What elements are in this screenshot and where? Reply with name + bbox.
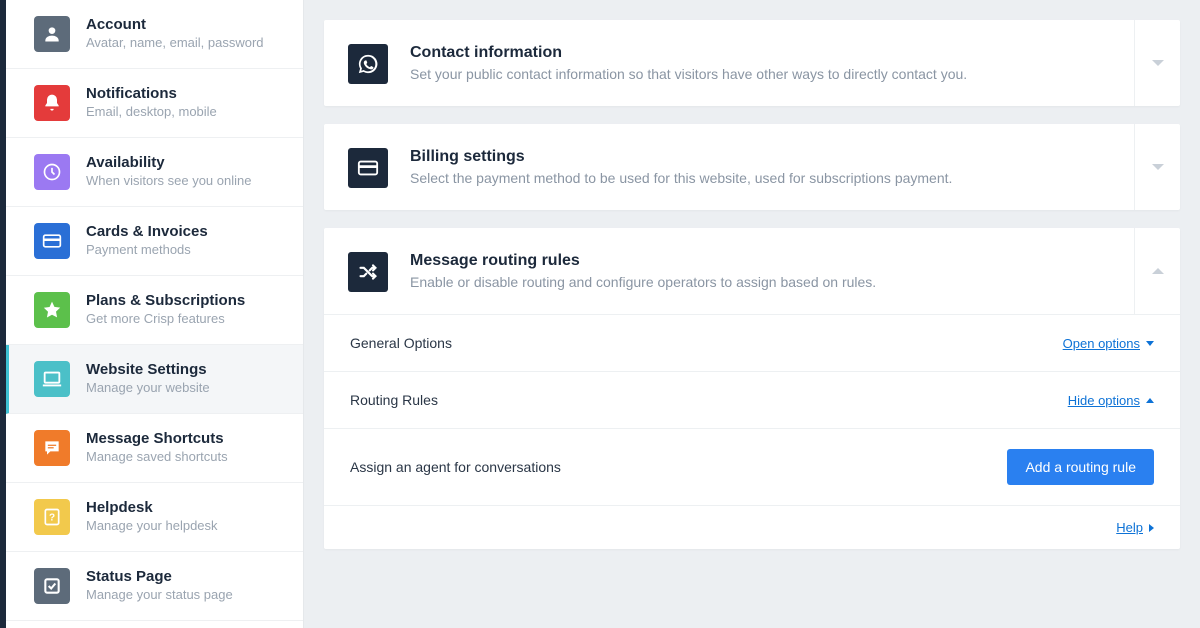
star-icon <box>34 292 70 328</box>
sidebar-item-subtitle: Get more Crisp features <box>86 311 245 326</box>
sidebar-item-notifications[interactable]: Notifications Email, desktop, mobile <box>6 69 303 138</box>
sidebar-item-title: Website Settings <box>86 361 210 378</box>
add-routing-rule-button[interactable]: Add a routing rule <box>1007 449 1154 485</box>
main-content: Contact information Set your public cont… <box>304 0 1200 628</box>
sidebar-item-title: Helpdesk <box>86 499 218 516</box>
whatsapp-icon <box>348 44 388 84</box>
row-general-options: General Options Open options <box>324 314 1180 371</box>
bell-icon <box>34 85 70 121</box>
card-message-routing-rules: Message routing rules Enable or disable … <box>324 228 1180 549</box>
card-title: Message routing rules <box>410 252 1134 270</box>
svg-text:?: ? <box>49 512 55 523</box>
laptop-icon <box>34 361 70 397</box>
sidebar-item-availability[interactable]: Availability When visitors see you online <box>6 138 303 207</box>
chevron-down-icon <box>1152 60 1164 66</box>
row-assign-agent: Assign an agent for conversations Add a … <box>324 428 1180 505</box>
clock-icon <box>34 154 70 190</box>
check-icon <box>34 568 70 604</box>
sidebar-item-website-settings[interactable]: Website Settings Manage your website <box>6 345 303 414</box>
expand-toggle[interactable] <box>1134 20 1180 106</box>
sidebar-item-subtitle: Manage saved shortcuts <box>86 449 228 464</box>
sidebar-item-title: Plans & Subscriptions <box>86 292 245 309</box>
sidebar-item-title: Cards & Invoices <box>86 223 208 240</box>
chevron-right-icon <box>1149 524 1154 532</box>
help-link[interactable]: Help <box>1116 520 1154 535</box>
link-text: Hide options <box>1068 393 1140 408</box>
sidebar-item-subtitle: Payment methods <box>86 242 208 257</box>
sidebar-item-plans-subscriptions[interactable]: Plans & Subscriptions Get more Crisp feat… <box>6 276 303 345</box>
help-icon: ? <box>34 499 70 535</box>
chevron-down-icon <box>1152 164 1164 170</box>
sidebar-item-title: Account <box>86 16 264 33</box>
link-text: Help <box>1116 520 1143 535</box>
sidebar-item-subtitle: Avatar, name, email, password <box>86 35 264 50</box>
sidebar-item-subtitle: Manage your helpdesk <box>86 518 218 533</box>
sidebar-item-title: Message Shortcuts <box>86 430 228 447</box>
sidebar: Account Avatar, name, email, password Noti… <box>6 0 304 628</box>
card-contact-information[interactable]: Contact information Set your public cont… <box>324 20 1180 106</box>
card-description: Select the payment method to be used for… <box>410 170 1134 186</box>
link-text: Open options <box>1063 336 1140 351</box>
sidebar-item-subtitle: Email, desktop, mobile <box>86 104 217 119</box>
expand-toggle[interactable] <box>1134 124 1180 210</box>
chevron-down-icon <box>1146 341 1154 346</box>
sidebar-item-subtitle: When visitors see you online <box>86 173 251 188</box>
chevron-up-icon <box>1152 268 1164 274</box>
hide-options-link[interactable]: Hide options <box>1068 393 1154 408</box>
card-title: Contact information <box>410 44 1134 62</box>
sidebar-item-message-shortcuts[interactable]: Message Shortcuts Manage saved shortcuts <box>6 414 303 483</box>
row-label: Routing Rules <box>350 392 438 408</box>
sidebar-item-account[interactable]: Account Avatar, name, email, password <box>6 0 303 69</box>
sidebar-item-title: Availability <box>86 154 251 171</box>
person-icon <box>34 16 70 52</box>
row-label: Assign an agent for conversations <box>350 459 561 475</box>
row-routing-rules: Routing Rules Hide options <box>324 371 1180 428</box>
card-billing-settings[interactable]: Billing settings Select the payment meth… <box>324 124 1180 210</box>
card-icon <box>34 223 70 259</box>
sidebar-item-title: Notifications <box>86 85 217 102</box>
row-label: General Options <box>350 335 452 351</box>
shuffle-icon <box>348 252 388 292</box>
card-description: Enable or disable routing and configure … <box>410 274 1134 290</box>
card-title: Billing settings <box>410 148 1134 166</box>
sidebar-item-title: Status Page <box>86 568 233 585</box>
collapse-toggle[interactable] <box>1134 228 1180 314</box>
chevron-up-icon <box>1146 398 1154 403</box>
sidebar-item-cards-invoices[interactable]: Cards & Invoices Payment methods <box>6 207 303 276</box>
card-description: Set your public contact information so t… <box>410 66 1134 82</box>
card-icon <box>348 148 388 188</box>
row-help: Help <box>324 505 1180 549</box>
sidebar-item-subtitle: Manage your status page <box>86 587 233 602</box>
sidebar-item-helpdesk[interactable]: ? Helpdesk Manage your helpdesk <box>6 483 303 552</box>
open-options-link[interactable]: Open options <box>1063 336 1154 351</box>
sidebar-item-status-page[interactable]: Status Page Manage your status page <box>6 552 303 621</box>
sidebar-item-subtitle: Manage your website <box>86 380 210 395</box>
message-icon <box>34 430 70 466</box>
